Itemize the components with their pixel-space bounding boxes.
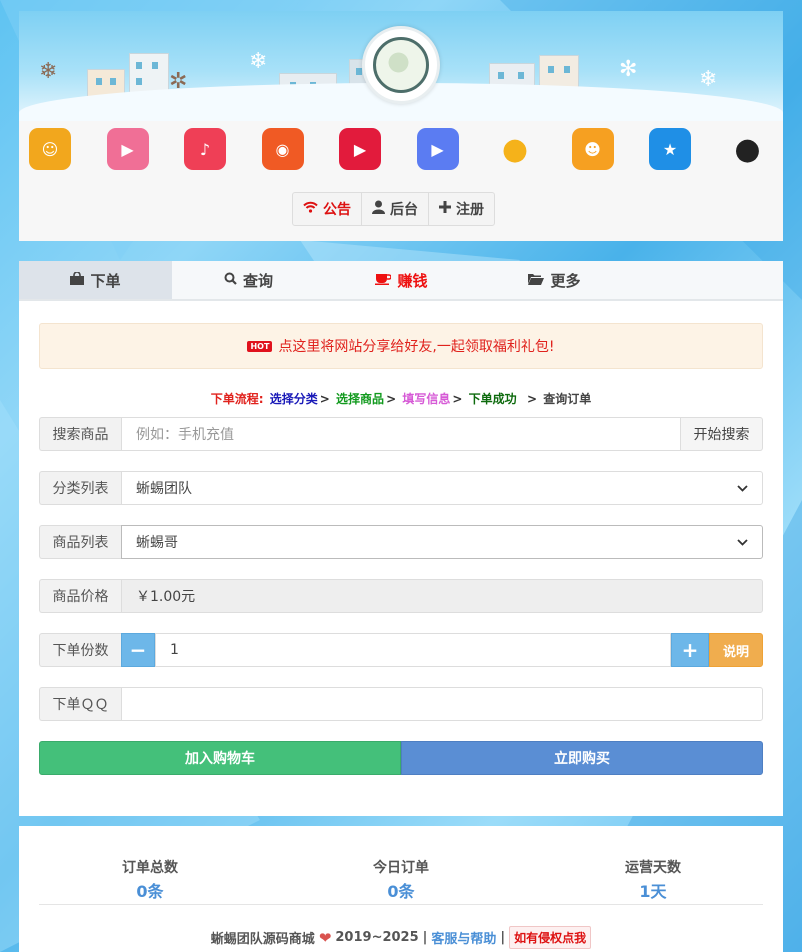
flow-label: 下单流程:	[210, 392, 264, 406]
ting-icon[interactable]: ◉	[261, 128, 304, 170]
app-icons-row: ☺ ▶ ♪ ◉ ▶ ▶ ● ☻ ★ ●	[19, 121, 783, 181]
product-value: 蜥蜴哥	[136, 535, 178, 551]
price-value: ￥1.00元	[121, 579, 763, 613]
admin-label: 后台	[390, 202, 418, 218]
price-label: 商品价格	[39, 579, 121, 613]
explain-button[interactable]: 说明	[709, 633, 763, 667]
stat-days-title: 运营天数	[625, 860, 681, 876]
tab-earn-label: 赚钱	[397, 271, 428, 290]
flow-step-1: 选择分类	[269, 392, 318, 406]
footer-separator: |	[500, 930, 506, 945]
category-label: 分类列表	[39, 471, 121, 505]
qq-show-icon[interactable]: ☻	[571, 128, 614, 170]
quantity-label: 下单份数	[39, 633, 121, 667]
tab-query-label: 查询	[242, 271, 273, 290]
stats-divider	[39, 904, 763, 905]
footer-years: 2019~2025	[335, 930, 419, 945]
main-tabs: 下单 查询 赚钱 更多	[19, 261, 783, 301]
wifi-icon	[303, 201, 318, 217]
share-notice[interactable]: HOT 点这里将网站分享给好友,一起领取福利礼包!	[39, 323, 763, 369]
stat-total-orders-value: 0条	[136, 882, 164, 901]
notice-button[interactable]: 公告	[293, 193, 362, 225]
shopping-bag-icon	[70, 271, 85, 289]
header-button-group: 公告 后台 注册	[292, 192, 495, 226]
flow-step-2: 选择商品	[336, 392, 385, 406]
register-button[interactable]: 注册	[429, 193, 494, 225]
price-row: 商品价格 ￥1.00元	[39, 579, 763, 613]
tencent-video-icon[interactable]: ▶	[416, 128, 459, 170]
flow-arrow: >	[319, 392, 330, 406]
category-select[interactable]: 蜥蜴团队	[121, 471, 763, 505]
tab-more-label: 更多	[550, 271, 581, 290]
bilibili-icon[interactable]: ▶	[106, 128, 149, 170]
footer-separator: |	[422, 930, 428, 945]
flow-arrow: >	[526, 392, 538, 406]
flow-step-3: 填写信息	[402, 392, 451, 406]
tab-query[interactable]: 查询	[172, 261, 325, 299]
winter-banner: ❄ ✲ ❄ ✻ ❄ ✲	[19, 11, 783, 121]
flow-arrow: >	[386, 392, 397, 406]
flow-step-5: 查询订单	[543, 392, 592, 406]
chevron-down-icon	[737, 481, 748, 495]
chevron-down-icon	[737, 535, 748, 549]
add-to-cart-button[interactable]: 加入购物车	[39, 741, 401, 775]
order-flow: 下单流程: 选择分类 > 选择商品 > 填写信息 > 下单成功 > 查询订单	[19, 390, 783, 407]
stat-total-orders: 订单总数 0条	[30, 857, 270, 902]
search-row: 搜索商品 例如：手机充值 开始搜索	[39, 417, 763, 451]
share-notice-text: 点这里将网站分享给好友,一起领取福利礼包!	[278, 339, 555, 355]
changba-icon[interactable]: ☺	[29, 128, 71, 170]
buy-now-button[interactable]: 立即购买	[401, 741, 763, 775]
start-search-button[interactable]: 开始搜索	[681, 417, 763, 451]
tab-more[interactable]: 更多	[478, 261, 631, 299]
footer-brand: 蜥蜴团队源码商城	[210, 932, 315, 947]
stat-days: 运营天数 1天	[533, 857, 773, 902]
site-logo	[362, 26, 440, 104]
stat-total-orders-title: 订单总数	[122, 860, 178, 876]
qzone-icon[interactable]: ★	[649, 128, 691, 170]
product-row: 商品列表 蜥蜴哥	[39, 525, 763, 559]
qq-icon[interactable]: ●	[727, 128, 769, 170]
stat-days-value: 1天	[639, 882, 667, 901]
folder-open-icon	[528, 271, 545, 289]
tab-order-label: 下单	[90, 271, 121, 290]
order-card: 下单 查询 赚钱 更多 HOT 点这里将网站分享给好友,一起领取福利礼包! 下单…	[19, 261, 783, 816]
quantity-row: 下单份数 − 1 + 说明	[39, 633, 763, 667]
category-row: 分类列表 蜥蜴团队	[39, 471, 763, 505]
stat-today-orders-title: 今日订单	[373, 860, 429, 876]
qq-label: 下单ＱＱ	[39, 687, 121, 721]
flow-arrow: >	[452, 392, 463, 406]
category-value: 蜥蜴团队	[136, 481, 192, 497]
quantity-decrement-button[interactable]: −	[121, 633, 155, 667]
qq-input[interactable]	[121, 687, 763, 721]
tab-earn[interactable]: 赚钱	[325, 261, 478, 299]
quantity-input[interactable]: 1	[155, 633, 671, 667]
stats-card: 订单总数 0条 今日订单 0条 运营天数 1天 蜥蜴团队源码商城 ❤ 2019~…	[19, 826, 783, 952]
product-label: 商品列表	[39, 525, 121, 559]
help-link[interactable]: 客服与帮助	[431, 928, 496, 947]
admin-button[interactable]: 后台	[362, 193, 429, 225]
tab-order[interactable]: 下单	[19, 261, 172, 299]
video-play-icon[interactable]: ▶	[339, 128, 381, 170]
search-label: 搜索商品	[39, 417, 121, 451]
notice-label: 公告	[323, 202, 351, 218]
product-select[interactable]: 蜥蜴哥	[121, 525, 763, 559]
heart-icon: ❤	[318, 928, 332, 947]
stat-today-orders-value: 0条	[387, 882, 415, 901]
qq-row: 下单ＱＱ	[39, 687, 763, 721]
search-icon	[224, 271, 237, 289]
register-label: 注册	[456, 202, 484, 218]
footer: 蜥蜴团队源码商城 ❤ 2019~2025 | 客服与帮助 | 如有侵权点我	[19, 926, 783, 949]
stat-today-orders: 今日订单 0条	[281, 857, 521, 902]
user-icon	[372, 200, 385, 218]
quantity-increment-button[interactable]: +	[671, 633, 709, 667]
header-card: ❄ ✲ ❄ ✻ ❄ ✲ ☺ ▶ ♪ ◉ ▶ ▶ ● ☻ ★ ● 公告 后台 注册	[19, 11, 783, 241]
flow-step-4: 下单成功	[468, 392, 517, 406]
search-input[interactable]: 例如：手机充值	[121, 417, 681, 451]
hot-badge: HOT	[247, 340, 273, 352]
qq-penguin-icon[interactable]: ●	[494, 128, 536, 170]
plus-icon	[439, 201, 451, 217]
coffee-cup-icon	[375, 271, 393, 289]
report-link[interactable]: 如有侵权点我	[509, 926, 592, 949]
music-icon[interactable]: ♪	[184, 128, 226, 170]
